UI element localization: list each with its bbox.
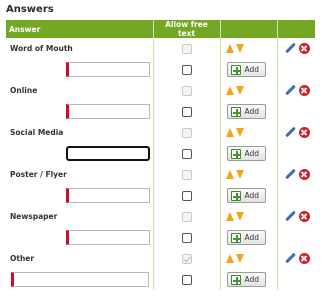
answer-name: Word of Mouth — [10, 44, 73, 53]
add-button-label: Add — [244, 275, 260, 284]
arrow-down-icon[interactable] — [235, 44, 244, 53]
answer-name: Online — [10, 86, 38, 95]
free-text-checkbox[interactable] — [181, 274, 192, 285]
free-text-checkbox[interactable] — [181, 232, 192, 243]
arrow-up-icon[interactable] — [225, 212, 234, 221]
add-button-label: Add — [244, 149, 260, 158]
answer-name: Newspaper — [10, 212, 58, 221]
pencil-icon[interactable] — [285, 43, 296, 54]
add-button[interactable]: Add — [226, 104, 267, 119]
column-header-allow-free-text: Allow free text — [153, 20, 221, 38]
allow-free-text-checkbox[interactable] — [181, 211, 192, 222]
pencil-icon[interactable] — [285, 253, 296, 264]
answer-row: Word of Mouth — [6, 38, 315, 59]
allow-free-text-checkbox[interactable] — [181, 127, 192, 138]
delete-icon[interactable] — [298, 85, 310, 96]
plus-icon — [230, 106, 241, 117]
section-title: Answers — [6, 4, 54, 15]
pencil-icon[interactable] — [285, 169, 296, 180]
arrow-down-icon[interactable] — [235, 212, 244, 221]
arrow-up-icon[interactable] — [225, 254, 234, 263]
add-button[interactable]: Add — [226, 146, 267, 161]
answer-text-input[interactable] — [65, 104, 150, 119]
plus-icon — [230, 190, 241, 201]
answer-subrow: Add — [6, 227, 315, 248]
pencil-icon[interactable] — [285, 211, 296, 222]
answer-row: Online — [6, 80, 315, 101]
answer-subrow: Add — [6, 185, 315, 206]
answer-text-input[interactable] — [65, 62, 150, 77]
allow-free-text-checkbox[interactable] — [181, 85, 192, 96]
delete-icon[interactable] — [298, 253, 310, 264]
plus-icon — [230, 64, 241, 75]
allow-free-text-checkbox[interactable] — [181, 43, 192, 54]
column-header-actions — [277, 20, 315, 38]
answer-row: Social Media — [6, 122, 315, 143]
answer-name: Other — [10, 254, 35, 263]
arrow-up-icon[interactable] — [225, 44, 234, 53]
add-button[interactable]: Add — [226, 230, 267, 245]
plus-icon — [230, 148, 241, 159]
column-header-answer: Answer — [6, 20, 154, 38]
answer-row: Newspaper — [6, 206, 315, 227]
free-text-checkbox[interactable] — [181, 64, 192, 75]
pencil-icon[interactable] — [285, 85, 296, 96]
answer-text-input[interactable] — [65, 146, 150, 161]
allow-free-text-checkbox[interactable] — [181, 253, 192, 264]
arrow-up-icon[interactable] — [225, 170, 234, 179]
add-button-label: Add — [244, 233, 260, 242]
answers-table: Answer Allow free text Word of Mouth Add… — [6, 20, 315, 290]
answer-row: Other — [6, 248, 315, 269]
delete-icon[interactable] — [298, 211, 310, 222]
answer-text-input[interactable] — [65, 188, 150, 203]
delete-icon[interactable] — [298, 43, 310, 54]
answer-name: Social Media — [10, 128, 64, 137]
allow-free-text-checkbox[interactable] — [181, 169, 192, 180]
answer-subrow: Add — [6, 59, 315, 80]
add-button[interactable]: Add — [226, 188, 267, 203]
free-text-checkbox[interactable] — [181, 106, 192, 117]
column-header-order — [220, 20, 278, 38]
answer-text-input[interactable] — [65, 230, 150, 245]
arrow-down-icon[interactable] — [235, 86, 244, 95]
answer-subrow: Add — [6, 143, 315, 164]
answer-text-input[interactable] — [11, 272, 149, 287]
arrow-up-icon[interactable] — [225, 86, 234, 95]
add-button[interactable]: Add — [226, 272, 267, 287]
table-header-row: Answer Allow free text — [6, 20, 315, 38]
free-text-checkbox[interactable] — [181, 148, 192, 159]
arrow-down-icon[interactable] — [235, 170, 244, 179]
free-text-checkbox[interactable] — [181, 190, 192, 201]
pencil-icon[interactable] — [285, 127, 296, 138]
answer-row: Poster / Flyer — [6, 164, 315, 185]
plus-icon — [230, 274, 241, 285]
add-button-label: Add — [244, 107, 260, 116]
arrow-up-icon[interactable] — [225, 128, 234, 137]
arrow-down-icon[interactable] — [235, 128, 244, 137]
answer-name: Poster / Flyer — [10, 170, 67, 179]
delete-icon[interactable] — [298, 127, 310, 138]
delete-icon[interactable] — [298, 169, 310, 180]
add-button[interactable]: Add — [226, 62, 267, 77]
plus-icon — [230, 232, 241, 243]
add-button-label: Add — [244, 191, 260, 200]
arrow-down-icon[interactable] — [235, 254, 244, 263]
answer-subrow: Add — [6, 269, 315, 290]
add-button-label: Add — [244, 65, 260, 74]
answer-subrow: Add — [6, 101, 315, 122]
